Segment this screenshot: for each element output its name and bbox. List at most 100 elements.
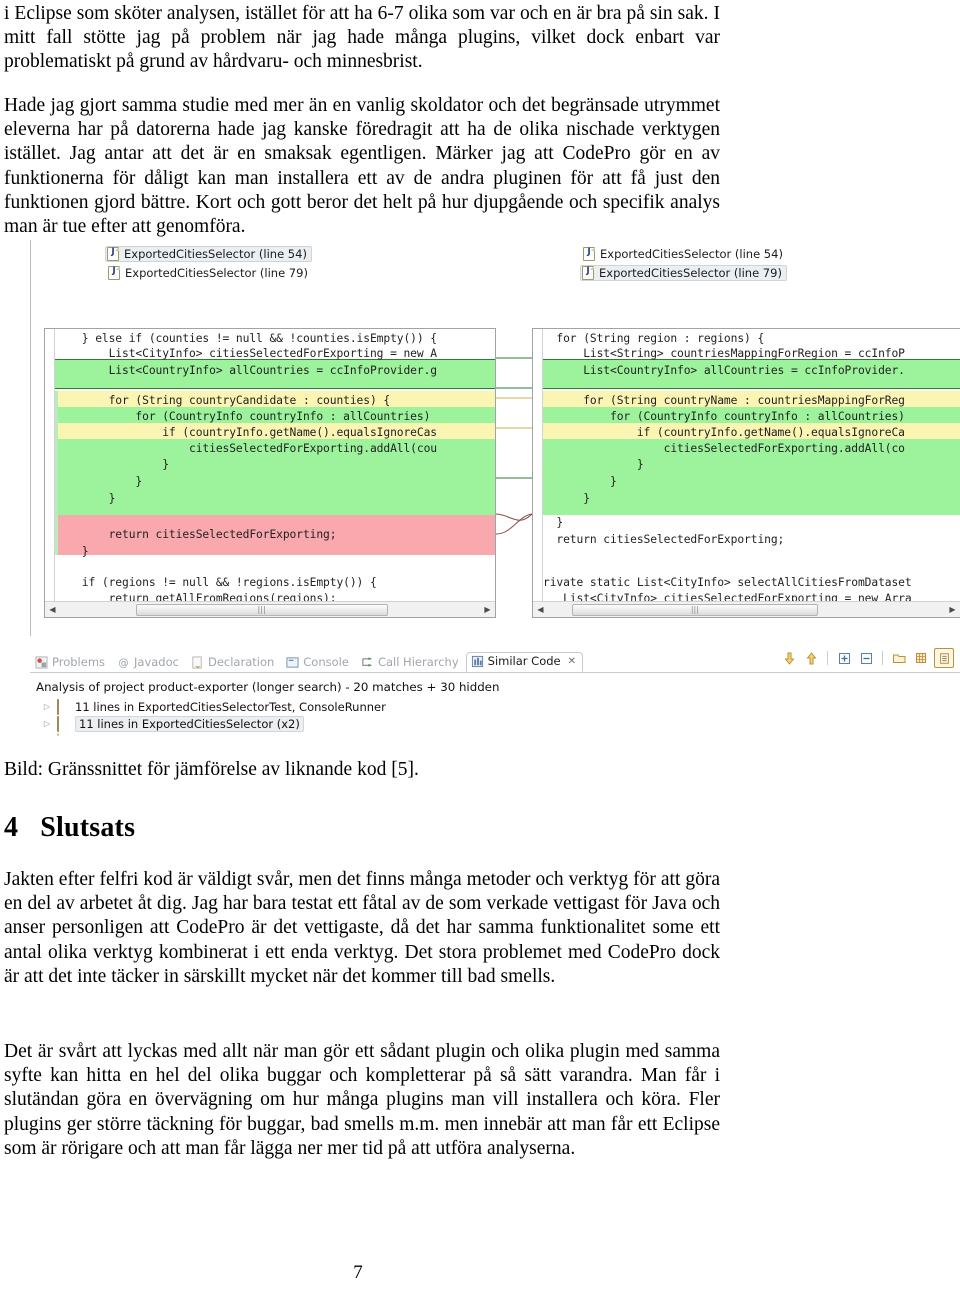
paragraph-conclusion-2: Det är svårt att lyckas med allt när man… bbox=[4, 1041, 720, 1159]
code-line: } bbox=[55, 458, 169, 471]
code-line: } bbox=[543, 475, 617, 488]
tab-declaration[interactable]: Declaration bbox=[186, 653, 281, 672]
view-toolbar bbox=[780, 648, 954, 668]
code-line: return citiesSelectedForExporting; bbox=[55, 528, 337, 541]
tab-javadoc[interactable]: @ Javadoc bbox=[112, 653, 186, 672]
result-row-label: 11 lines in ExportedCitiesSelectorTest, … bbox=[75, 699, 386, 714]
code-line: List<String> countriesMappingForRegion =… bbox=[543, 347, 905, 360]
code-line: } bbox=[543, 492, 590, 505]
tab-console-label: Console bbox=[303, 655, 349, 669]
screenshot-clip-edge bbox=[30, 736, 960, 740]
next-match-down-arrow-icon[interactable] bbox=[780, 649, 798, 667]
code-line: if (countryInfo.getName().equalsIgnoreCa bbox=[543, 426, 905, 439]
scroll-right-arrow-icon[interactable]: ▶ bbox=[480, 603, 495, 617]
console-icon bbox=[286, 656, 299, 668]
code-line: rivate static List<CityInfo> selectAllCi… bbox=[543, 576, 912, 589]
scroll-track[interactable]: ||| bbox=[60, 603, 480, 617]
code-line: if (countryInfo.getName().equalsIgnoreCa… bbox=[55, 426, 437, 439]
toolbar-separator bbox=[882, 651, 883, 665]
compare-header-right-0-label: ExportedCitiesSelector (line 54) bbox=[600, 247, 783, 261]
scroll-track[interactable]: ||| bbox=[548, 603, 945, 617]
scroll-thumb[interactable]: ||| bbox=[571, 603, 818, 616]
tab-javadoc-label: Javadoc bbox=[134, 655, 179, 669]
compare-header-right-1-label: ExportedCitiesSelector (line 79) bbox=[599, 266, 782, 280]
page-number: 7 bbox=[353, 1262, 363, 1283]
clipboard-icon[interactable] bbox=[934, 648, 954, 668]
compare-header-left-0[interactable]: ExportedCitiesSelector (line 54) bbox=[105, 246, 312, 262]
bottom-view-stack: Problems @ Javadoc Declaration Console C… bbox=[30, 640, 960, 740]
pane-right-ruler bbox=[533, 329, 543, 617]
java-file-icon bbox=[583, 247, 595, 261]
scroll-thumb[interactable]: ||| bbox=[135, 603, 388, 616]
expand-triangle-icon[interactable]: ▷ bbox=[42, 719, 52, 728]
pane-right-horizontal-scrollbar[interactable]: ◀ ||| ▶ bbox=[533, 601, 960, 617]
declaration-icon bbox=[192, 655, 202, 669]
code-match-icon bbox=[57, 715, 70, 732]
code-line: return citiesSelectedForExporting; bbox=[543, 533, 785, 546]
code-pane-left[interactable]: } else if (counties != null && !counties… bbox=[44, 328, 496, 618]
page-title: 4 Slutsats bbox=[4, 812, 135, 844]
grid-filter-icon[interactable] bbox=[912, 649, 930, 667]
scroll-left-arrow-icon[interactable]: ◀ bbox=[533, 603, 548, 617]
code-line: } else if (counties != null && !counties… bbox=[55, 332, 437, 345]
document-page: i Eclipse som sköter analysen, istället … bbox=[0, 0, 960, 1289]
java-file-icon bbox=[107, 247, 119, 261]
tab-problems-label: Problems bbox=[52, 655, 106, 669]
result-row[interactable]: ▷ 11 lines in ExportedCitiesSelectorTest… bbox=[42, 698, 960, 715]
section-title: Slutsats bbox=[40, 812, 136, 843]
match-connector-lines bbox=[496, 357, 532, 535]
code-line: } bbox=[543, 458, 644, 471]
scroll-right-arrow-icon[interactable]: ▶ bbox=[945, 603, 960, 617]
eclipse-similar-code-screenshot: ExportedCitiesSelector (line 54) Exporte… bbox=[30, 240, 960, 740]
code-line: } bbox=[543, 516, 564, 529]
pane-left-horizontal-scrollbar[interactable]: ◀ ||| ▶ bbox=[45, 601, 495, 617]
open-folder-icon[interactable] bbox=[890, 649, 908, 667]
code-pane-right[interactable]: for (String region : regions) { List<Str… bbox=[532, 328, 960, 618]
tab-call-hierarchy-label: Call Hierarchy bbox=[377, 655, 459, 669]
compare-header-left-0-label: ExportedCitiesSelector (line 54) bbox=[124, 247, 307, 261]
tab-similar-code-label: Similar Code bbox=[487, 654, 561, 668]
code-line: if (regions != null && !regions.isEmpty(… bbox=[55, 576, 377, 589]
compare-header-left-1[interactable]: ExportedCitiesSelector (line 79) bbox=[106, 265, 313, 281]
java-file-icon bbox=[108, 266, 120, 280]
javadoc-icon: @ bbox=[118, 658, 128, 669]
scroll-left-arrow-icon[interactable]: ◀ bbox=[45, 603, 60, 617]
code-line: citiesSelectedForExporting.addAll(cou bbox=[55, 442, 437, 455]
similar-code-results-tree: ▷ 11 lines in ExportedCitiesSelectorTest… bbox=[42, 698, 960, 740]
code-line: } bbox=[55, 545, 89, 558]
close-icon[interactable]: ✕ bbox=[568, 656, 576, 667]
code-line: List<CountryInfo> allCountries = ccInfoP… bbox=[543, 364, 905, 377]
code-line: List<CountryInfo> allCountries = ccInfoP… bbox=[55, 364, 437, 377]
paragraph-top: i Eclipse som sköter analysen, istället … bbox=[4, 3, 720, 73]
tab-similar-code[interactable]: Similar Code ✕ bbox=[465, 652, 584, 672]
code-line: } bbox=[55, 492, 116, 505]
call-hierarchy-icon bbox=[362, 656, 373, 667]
toolbar-separator bbox=[827, 651, 828, 665]
problems-icon bbox=[35, 655, 48, 669]
compare-header-right-0[interactable]: ExportedCitiesSelector (line 54) bbox=[581, 246, 788, 262]
tab-problems[interactable]: Problems bbox=[30, 653, 112, 672]
previous-match-up-arrow-icon[interactable] bbox=[802, 649, 820, 667]
paragraph-conclusion-1: Jakten efter felfri kod är väldigt svår,… bbox=[4, 869, 720, 987]
tab-console[interactable]: Console bbox=[281, 653, 356, 672]
svg-text:@: @ bbox=[118, 658, 128, 669]
pane-left-ruler bbox=[45, 329, 55, 617]
tab-call-hierarchy[interactable]: Call Hierarchy bbox=[356, 653, 466, 672]
java-file-icon bbox=[582, 266, 594, 280]
result-row[interactable]: ▷ 11 lines in ExportedCitiesSelector (x2… bbox=[42, 715, 960, 732]
code-line: for (String countryName : countriesMappi… bbox=[543, 394, 905, 407]
code-line: } bbox=[55, 475, 143, 488]
screenshot-left-border bbox=[30, 240, 31, 636]
code-line: List<CityInfo> citiesSelectedForExportin… bbox=[55, 347, 437, 360]
code-line: for (CountryInfo countryInfo : allCountr… bbox=[543, 410, 905, 423]
paragraph-hade: Hade jag gjort samma studie med mer än e… bbox=[4, 95, 720, 238]
tab-declaration-label: Declaration bbox=[207, 655, 275, 669]
compare-header-right-1[interactable]: ExportedCitiesSelector (line 79) bbox=[580, 265, 787, 281]
code-match-icon bbox=[57, 698, 70, 715]
expand-triangle-icon[interactable]: ▷ bbox=[42, 702, 52, 711]
code-line: citiesSelectedForExporting.addAll(co bbox=[543, 442, 905, 455]
expand-all-icon[interactable] bbox=[835, 649, 853, 667]
code-line: for (String countryCandidate : counties)… bbox=[55, 394, 391, 407]
compare-header-left-1-label: ExportedCitiesSelector (line 79) bbox=[125, 266, 308, 280]
collapse-all-icon[interactable] bbox=[857, 649, 875, 667]
